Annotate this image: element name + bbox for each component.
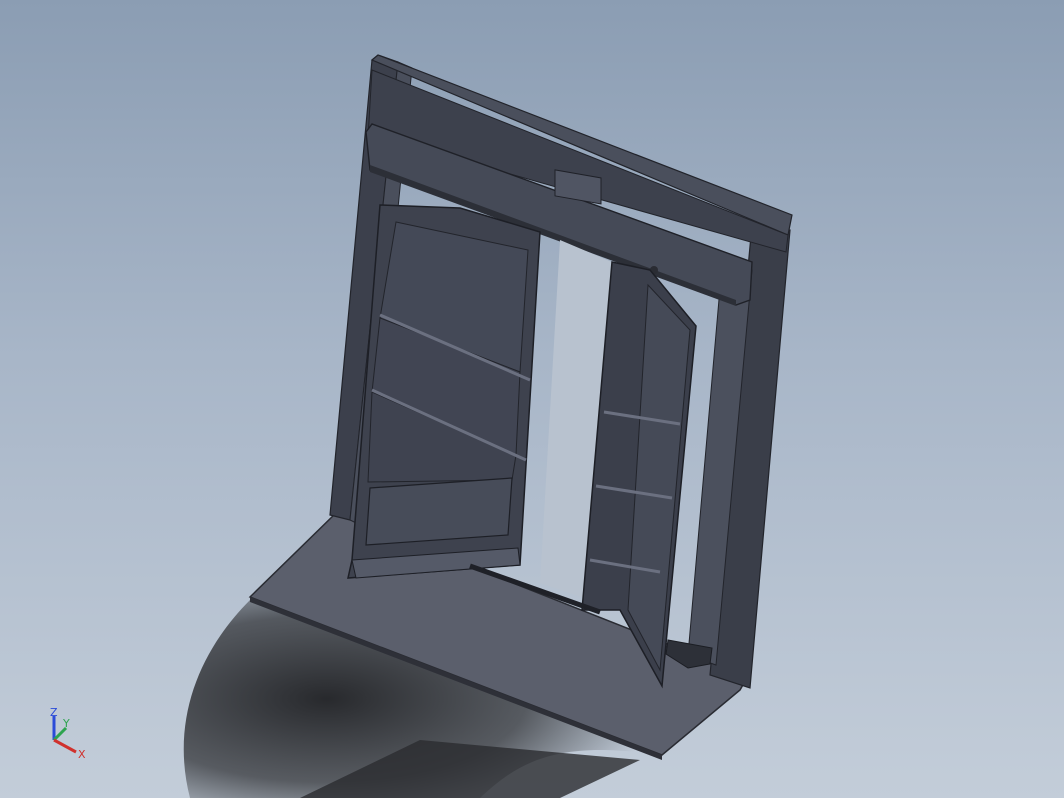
- graphics-viewport[interactable]: Z Y X: [0, 0, 1064, 798]
- left-door-kickplate: [365, 477, 513, 546]
- y-axis-label: Y: [62, 717, 70, 730]
- model-view[interactable]: [0, 0, 1064, 798]
- x-axis-label: X: [78, 748, 86, 761]
- z-axis-label: Z: [50, 706, 58, 719]
- x-axis-line: [53, 738, 77, 754]
- coordinate-triad: Z Y X: [50, 706, 86, 761]
